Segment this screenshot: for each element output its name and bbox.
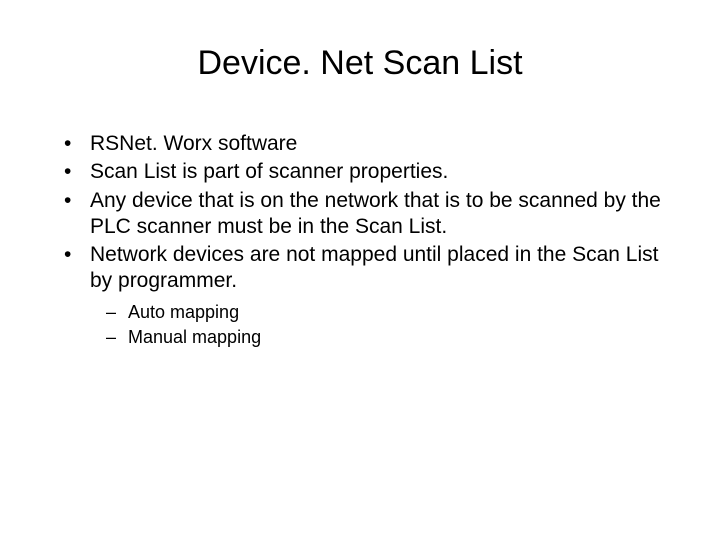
- sub-bullet-item: Manual mapping: [50, 326, 670, 349]
- sub-bullet-list: Auto mapping Manual mapping: [50, 301, 670, 350]
- bullet-item: Network devices are not mapped until pla…: [50, 242, 670, 295]
- sub-bullet-item: Auto mapping: [50, 301, 670, 324]
- bullet-item: Scan List is part of scanner properties.: [50, 159, 670, 185]
- bullet-item: Any device that is on the network that i…: [50, 188, 670, 241]
- bullet-item: RSNet. Worx software: [50, 131, 670, 157]
- bullet-list: RSNet. Worx software Scan List is part o…: [50, 131, 670, 295]
- slide-title: Device. Net Scan List: [50, 44, 670, 83]
